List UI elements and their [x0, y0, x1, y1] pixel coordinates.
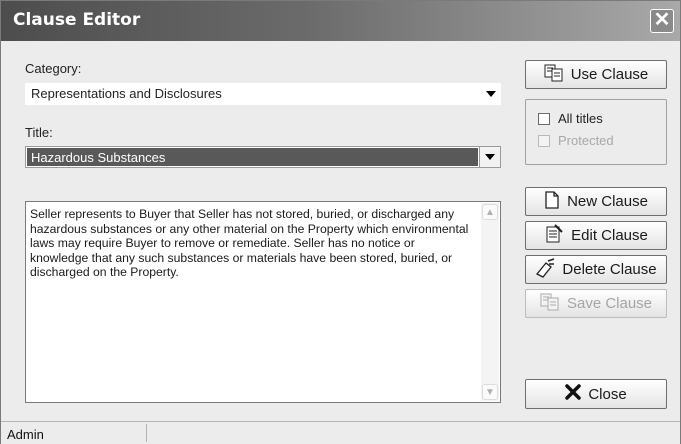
- edit-document-icon: [544, 223, 564, 248]
- clause-text: Seller represents to Buyer that Seller h…: [30, 207, 469, 279]
- new-clause-button[interactable]: New Clause: [525, 187, 667, 216]
- category-dropdown[interactable]: Representations and Disclosures: [25, 83, 501, 105]
- category-label: Category:: [25, 61, 82, 76]
- save-document-icon: [540, 293, 560, 315]
- chevron-down-icon[interactable]: [479, 147, 500, 167]
- vertical-scrollbar[interactable]: ▲ ▼: [481, 203, 499, 401]
- protected-checkbox[interactable]: [538, 135, 550, 147]
- delete-clause-label: Delete Clause: [562, 261, 657, 278]
- edit-clause-label: Edit Clause: [571, 227, 648, 244]
- status-user-cell: Admin: [3, 424, 147, 442]
- document-copy-icon: [544, 64, 564, 86]
- title-label: Title:: [25, 125, 53, 140]
- all-titles-checkbox[interactable]: [538, 113, 550, 125]
- clause-text-area[interactable]: Seller represents to Buyer that Seller h…: [25, 201, 501, 403]
- save-clause-button[interactable]: Save Clause: [525, 289, 667, 318]
- status-user: Admin: [7, 427, 44, 442]
- x-close-icon: [565, 384, 582, 404]
- window-close-icon[interactable]: ✕: [650, 9, 674, 33]
- title-value: Hazardous Substances: [31, 150, 166, 165]
- new-clause-label: New Clause: [567, 193, 648, 210]
- close-label: Close: [588, 385, 627, 403]
- use-clause-button[interactable]: Use Clause: [525, 60, 667, 89]
- protected-label: Protected: [558, 133, 614, 148]
- title-bar: Clause Editor ✕: [1, 1, 680, 41]
- chevron-down-icon[interactable]: [481, 83, 501, 105]
- use-clause-label: Use Clause: [570, 66, 649, 83]
- title-dropdown[interactable]: Hazardous Substances: [25, 146, 501, 168]
- options-group: All titles Protected: [525, 99, 667, 165]
- window-title: Clause Editor: [13, 10, 141, 30]
- clause-editor-window: Clause Editor ✕ Category: Representation…: [0, 0, 681, 444]
- delete-eraser-icon: [535, 257, 555, 282]
- edit-clause-button[interactable]: Edit Clause: [525, 221, 667, 250]
- delete-clause-button[interactable]: Delete Clause: [525, 255, 667, 284]
- status-bar: Admin: [1, 421, 680, 444]
- scroll-down-icon[interactable]: ▼: [482, 384, 498, 400]
- save-clause-label: Save Clause: [566, 295, 653, 312]
- category-value: Representations and Disclosures: [31, 86, 222, 101]
- new-document-icon: [544, 190, 560, 213]
- all-titles-label: All titles: [558, 111, 603, 126]
- scroll-up-icon[interactable]: ▲: [482, 204, 498, 220]
- close-button[interactable]: Close: [525, 379, 667, 409]
